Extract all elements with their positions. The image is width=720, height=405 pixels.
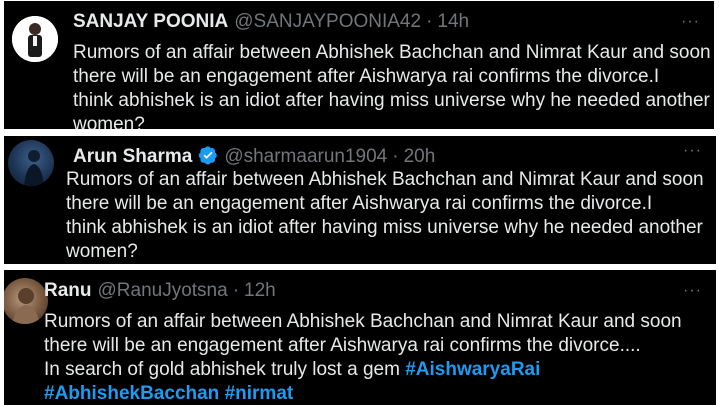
user-handle[interactable]: @RanuJyotsna [98,280,228,302]
more-options-icon[interactable]: ··· [683,282,702,300]
hashtag-link[interactable]: #nirmat [225,383,294,404]
avatar-person-icon [12,16,58,62]
user-handle[interactable]: @SANJAYPOONIA42 [234,11,421,33]
tweet-text-line: there will be an engagement after Aishwa… [66,193,653,214]
tweet-text: Rumors of an affair between Abhishek Bac… [73,41,711,129]
tweet-card-1[interactable]: SANJAY POONIA @SANJAYPOONIA42 · 14h ··· … [4,1,714,129]
timestamp[interactable]: 12h [244,280,276,302]
avatar-silhouette-icon [24,150,44,186]
separator-dot: · [232,280,240,301]
tweet-text-line: Rumors of an affair between Abhishek Bac… [66,169,704,190]
tweet-text-line: women? [66,241,138,262]
tweet-text-line: think abhishek is an idiot after having … [66,217,703,238]
tweet-header: Arun Sharma @sharmaarun1904 · 20h [73,142,676,168]
avatar-photo-icon [12,288,40,324]
avatar[interactable] [4,278,48,324]
avatar[interactable] [12,16,58,62]
display-name[interactable]: SANJAY POONIA [73,11,228,33]
tweet-text: Rumors of an affair between Abhishek Bac… [66,168,710,264]
tweet-card-3[interactable]: Ranu @RanuJyotsna · 12h ··· Rumors of an… [4,270,716,405]
more-options-icon[interactable]: ··· [683,142,702,160]
hashtag-link[interactable]: #AishwaryaRai [405,359,540,380]
tweet-text-line: Rumors of an affair between Abhishek Bac… [73,42,711,63]
hashtag-link[interactable]: #AbhishekBacchan [44,383,219,404]
tweet-text-line: In search of gold abhishek truly lost a … [44,358,710,382]
tweet-text-line: think abhishek is an idiot after having … [73,90,710,111]
tweet-text-line: #AbhishekBacchan #nirmat [44,382,710,405]
display-name[interactable]: Ranu [44,280,92,302]
tweet-header: SANJAY POONIA @SANJAYPOONIA42 · 14h [73,11,674,33]
tweet-text-line: there will be an engagement after Aishwa… [44,335,641,356]
verified-badge-icon [199,146,218,165]
more-options-icon[interactable]: ··· [681,13,700,31]
tweet-text-segment: In search of gold abhishek truly lost a … [44,359,400,380]
display-name[interactable]: Arun Sharma [73,146,192,168]
avatar[interactable] [8,140,54,186]
tweet-text: Rumors of an affair between Abhishek Bac… [44,310,710,405]
tweet-card-2[interactable]: Arun Sharma @sharmaarun1904 · 20h ··· Ru… [4,136,716,264]
separator-dot: · [426,11,433,32]
user-handle[interactable]: @sharmaarun1904 [224,146,387,168]
timestamp[interactable]: 20h [404,146,436,168]
tweet-text-line: there will be an engagement after Aishwa… [73,66,660,87]
timestamp[interactable]: 14h [437,11,469,33]
tweet-text-line: women? [73,114,145,129]
separator-dot: · [392,146,399,167]
tweet-text-line: Rumors of an affair between Abhishek Bac… [44,311,682,332]
tweet-header: Ranu @RanuJyotsna · 12h [44,280,676,302]
